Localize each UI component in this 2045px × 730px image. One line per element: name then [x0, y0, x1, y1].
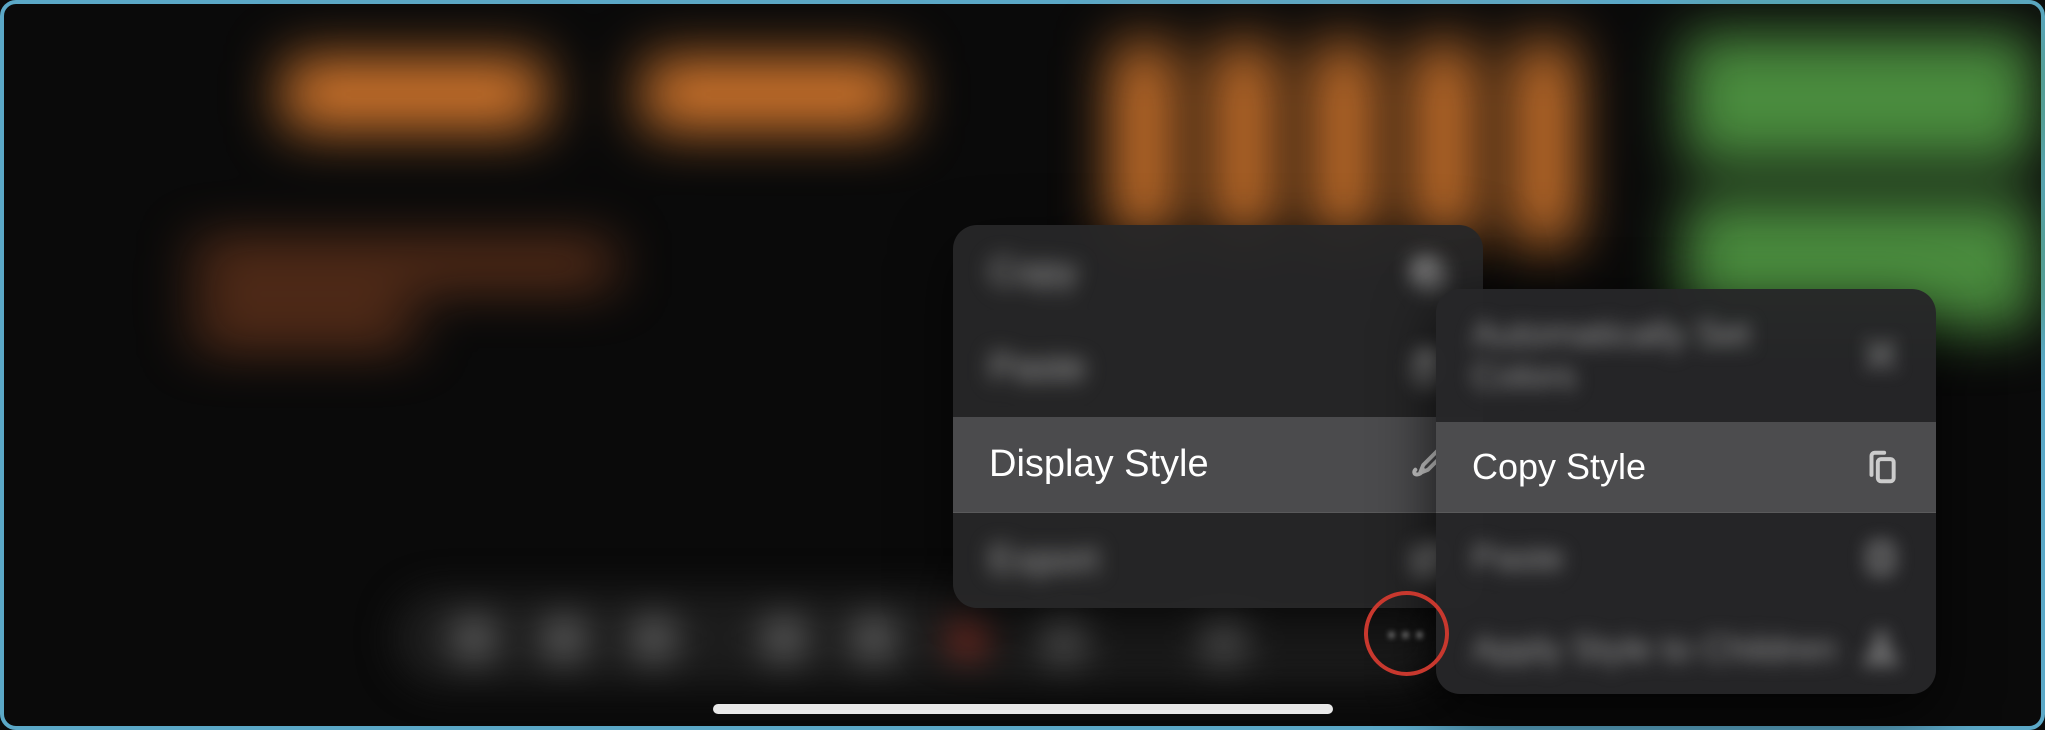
- hierarchy-icon: [1862, 630, 1900, 668]
- menu-item-label: Copy: [989, 251, 1078, 294]
- home-indicator: [713, 704, 1333, 714]
- copy-icon: [1409, 254, 1447, 292]
- menu-item-display-style[interactable]: Display Style: [953, 417, 1483, 513]
- menu-item-paste[interactable]: Paste: [953, 321, 1483, 417]
- menu-item-copy[interactable]: Copy: [953, 225, 1483, 321]
- submenu-item-paste[interactable]: Paste: [1436, 513, 1936, 604]
- menu-item-label: Display Style: [989, 443, 1209, 486]
- menu-item-label: Paste: [1472, 537, 1564, 579]
- more-button[interactable]: ⋯: [1364, 591, 1449, 676]
- documents-icon: [1862, 448, 1900, 486]
- submenu-item-auto-colors[interactable]: Automatically Set Colors: [1436, 289, 1936, 422]
- paste-icon: [1862, 539, 1900, 577]
- menu-item-label: Apply Style to Children: [1472, 628, 1836, 670]
- ellipsis-icon: ⋯: [1385, 609, 1429, 658]
- context-menu: Copy Paste Display Style Export: [953, 225, 1483, 608]
- wand-icon: [1862, 336, 1900, 374]
- submenu-item-apply-children[interactable]: Apply Style to Children: [1436, 604, 1936, 694]
- menu-item-label: Automatically Set Colors: [1472, 313, 1862, 397]
- submenu-item-copy-style[interactable]: Copy Style: [1436, 422, 1936, 513]
- submenu-display-style: Automatically Set Colors Copy Style Past…: [1436, 289, 1936, 694]
- menu-item-label: Paste: [989, 347, 1086, 390]
- menu-item-label: Copy Style: [1472, 446, 1646, 488]
- menu-item-label: Export: [989, 539, 1099, 582]
